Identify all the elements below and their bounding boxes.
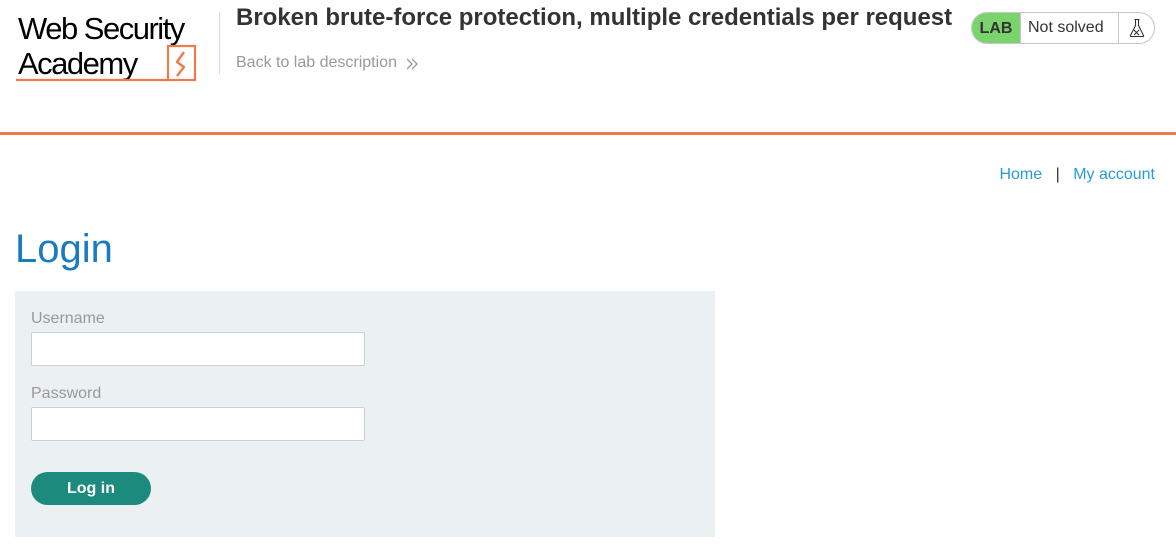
lab-title: Broken brute-force protection, multiple … bbox=[236, 4, 953, 31]
password-input[interactable] bbox=[31, 407, 365, 441]
back-to-lab-description-link[interactable]: Back to lab description bbox=[236, 54, 419, 72]
nav-home-link[interactable]: Home bbox=[999, 166, 1042, 183]
flask-icon bbox=[1119, 13, 1154, 43]
password-label: Password bbox=[31, 385, 102, 402]
username-label: Username bbox=[31, 310, 105, 327]
lab-header: Web Security Academy Broken brute-force … bbox=[0, 0, 1176, 135]
login-button[interactable]: Log in bbox=[31, 472, 151, 505]
svg-text:Academy: Academy bbox=[18, 46, 139, 81]
back-link-label: Back to lab description bbox=[236, 54, 397, 71]
nav-my-account-link[interactable]: My account bbox=[1073, 166, 1155, 183]
lab-tag: LAB bbox=[972, 13, 1020, 43]
lab-status-widget: LAB Not solved bbox=[971, 12, 1155, 44]
lab-status-text: Not solved bbox=[1020, 13, 1119, 43]
web-security-academy-logo[interactable]: Web Security Academy bbox=[16, 10, 218, 82]
nav-separator: | bbox=[1055, 166, 1060, 183]
username-input[interactable] bbox=[31, 332, 365, 366]
logo-divider bbox=[219, 12, 220, 74]
login-form: Username Password Log in bbox=[15, 291, 715, 537]
double-chevron-right-icon bbox=[406, 58, 418, 69]
page-title: Login bbox=[15, 227, 113, 271]
svg-text:Web Security: Web Security bbox=[18, 11, 186, 46]
top-nav: Home | My account bbox=[999, 166, 1155, 184]
